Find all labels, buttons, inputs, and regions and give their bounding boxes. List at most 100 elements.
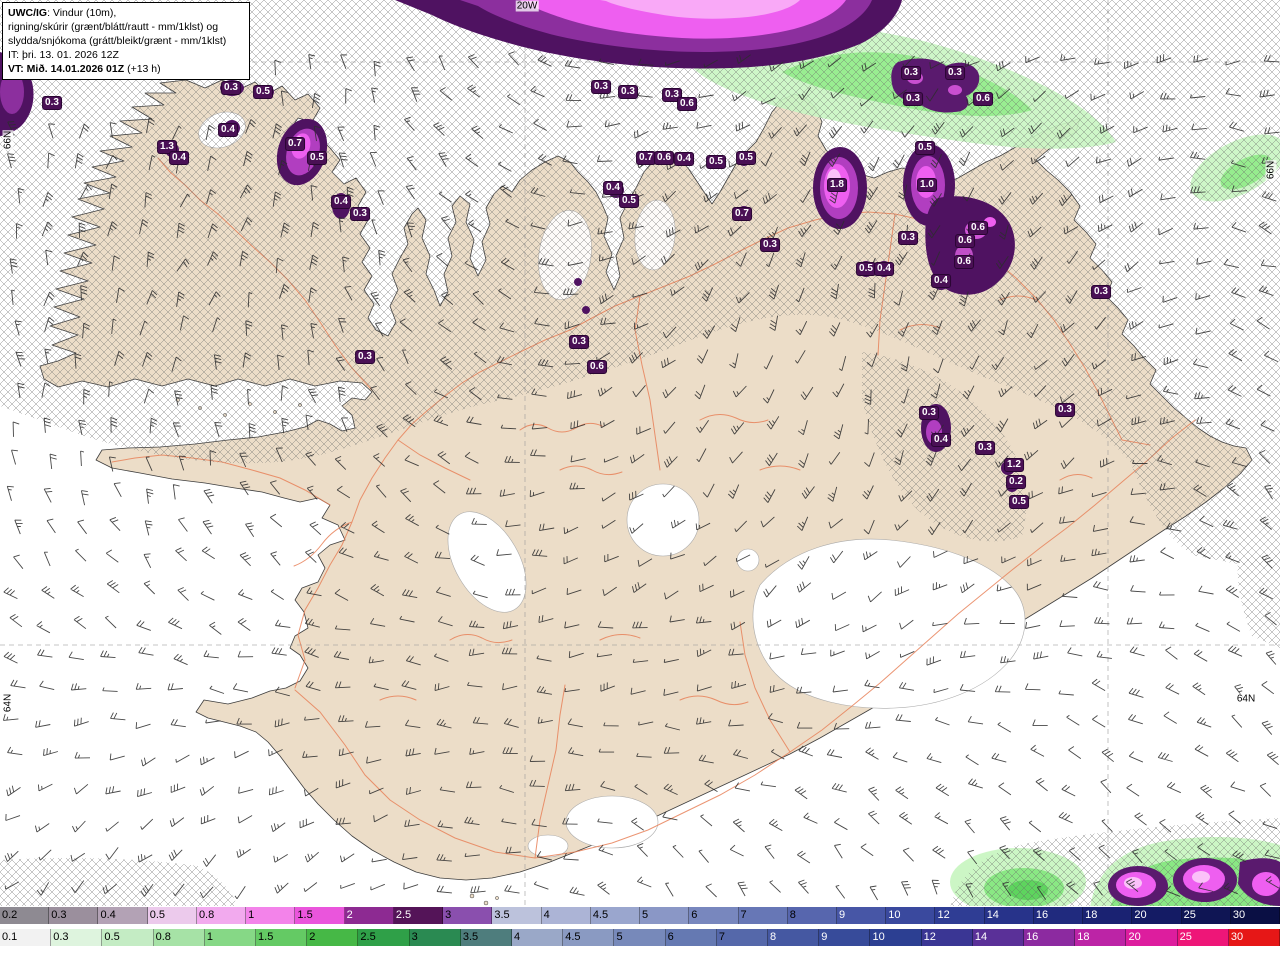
colorbar-segment: 25 bbox=[1177, 929, 1229, 946]
colorbar-tick-label: 16 bbox=[1035, 909, 1049, 921]
colorbar-tick-label: 5 bbox=[642, 909, 649, 921]
colorbar-segment: 3 bbox=[443, 907, 493, 924]
colorbar-tick-label: 2.5 bbox=[395, 909, 412, 921]
colorbar-segment: 9 bbox=[819, 929, 871, 946]
colorbar-segment: 1.5 bbox=[256, 929, 308, 946]
title-line-2: rigning/skúrir (grænt/blátt/rautt - mm/1… bbox=[8, 21, 219, 34]
colorbar-tick-label: 8 bbox=[770, 931, 777, 943]
title-line-3: slydda/snjókoma (grátt/bleikt/grænt - mm… bbox=[8, 35, 227, 48]
colorbar-tick-label: 0.3 bbox=[51, 909, 67, 921]
colorbar-segment: 4.5 bbox=[563, 929, 615, 946]
colorbar-segment: 1.5 bbox=[295, 907, 345, 924]
valid-time: VT: Mið. 14.01.2026 01Z (+13 h) bbox=[8, 63, 161, 76]
colorbar-tick-label: 0.8 bbox=[155, 931, 171, 943]
colorbar-segment: 20 bbox=[1126, 929, 1178, 946]
colorbar-segment: 0.8 bbox=[153, 929, 205, 946]
colorbar-tick-label: 2.5 bbox=[360, 931, 376, 943]
colorbar-tick-label: 14 bbox=[986, 909, 999, 921]
colorbar-tick-label: 9 bbox=[838, 909, 846, 921]
colorbar-tick-label: 25 bbox=[1179, 931, 1192, 943]
colorbar-segment: 14 bbox=[984, 907, 1034, 924]
colorbar-segment: 10 bbox=[886, 907, 936, 924]
colorbar-tick-label: 4 bbox=[543, 909, 550, 921]
colorbar-tick-label: 30 bbox=[1232, 909, 1246, 921]
colorbar-tick-label: 20 bbox=[1128, 931, 1141, 943]
colorbar-segment: 30 bbox=[1230, 907, 1280, 924]
colorbar-segment: 6 bbox=[689, 907, 739, 924]
colorbar-tick-label: 16 bbox=[1026, 931, 1039, 943]
colorbar-segment: 7 bbox=[716, 929, 769, 946]
colorbar-tick-label: 2 bbox=[346, 909, 353, 921]
colorbar-sleet-snow: 0.2 0.3 0.4 0.5 0.8 1 1.5 2 2.5 3 3.5 4 4.5 5 6 7 8 9 10 12… bbox=[0, 907, 1280, 924]
colorbar-segment: 1 bbox=[246, 907, 296, 924]
colorbar-segment: 0.2 bbox=[0, 907, 50, 924]
colorbar-tick-label: 3.5 bbox=[462, 931, 479, 943]
colorbar-segment: 18 bbox=[1083, 907, 1133, 924]
colorbar-segment: 2 bbox=[344, 907, 394, 924]
colorbar-tick-label: 0.4 bbox=[100, 909, 116, 921]
colorbar-tick-label: 1.5 bbox=[297, 909, 313, 921]
colorbar-tick-label: 3.5 bbox=[494, 909, 510, 921]
colorbar-segment: 4 bbox=[541, 907, 591, 924]
colorbar-tick-label: 20 bbox=[1134, 909, 1147, 921]
colorbar-segment: 12 bbox=[921, 929, 973, 946]
init-time: IT: þri. 13. 01. 2026 12Z bbox=[8, 49, 119, 62]
colorbar-tick-label: 10 bbox=[872, 931, 885, 943]
colorbar-tick-label: 7 bbox=[718, 931, 725, 943]
colorbar-tick-label: 0.2 bbox=[2, 909, 18, 921]
iceland-weather-map bbox=[0, 0, 1280, 906]
colorbar-segment: 3.5 bbox=[492, 907, 542, 924]
colorbar-tick-label: 12 bbox=[923, 931, 936, 943]
colorbar-tick-label: 1 bbox=[206, 931, 213, 943]
colorbar-tick-label: 0.5 bbox=[104, 931, 120, 943]
colorbar-segment: 6 bbox=[665, 929, 717, 946]
colorbar-tick-label: 12 bbox=[937, 909, 950, 921]
title-line-1: UWC/IG: Vindur (10m), bbox=[8, 7, 117, 19]
colorbar-segment: 18 bbox=[1075, 929, 1127, 946]
colorbar-tick-label: 25 bbox=[1183, 909, 1196, 921]
colorbar-tick-label: 4.5 bbox=[565, 931, 581, 943]
colorbar-segment: 16 bbox=[1024, 929, 1076, 946]
colorbar-segment: 2.5 bbox=[358, 929, 410, 946]
colorbar-segment: 4 bbox=[512, 929, 564, 946]
colorbar-segment: 16 bbox=[1033, 907, 1084, 924]
colorbar-segment: 3.5 bbox=[460, 929, 513, 946]
colorbar-segment: 8 bbox=[768, 929, 820, 946]
colorbar-tick-label: 9 bbox=[821, 931, 828, 943]
colorbar-segment: 14 bbox=[972, 929, 1025, 946]
app-name: UWC/IG bbox=[8, 7, 48, 19]
colorbar-tick-label: 0.3 bbox=[53, 931, 69, 943]
colorbar-tick-label: 3 bbox=[445, 909, 452, 921]
colorbar-tick-label: 4 bbox=[514, 931, 521, 943]
colorbar-segment: 0.5 bbox=[147, 907, 197, 924]
colorbar-segment: 2.5 bbox=[393, 907, 444, 924]
colorbar-tick-label: 6 bbox=[667, 931, 674, 943]
colorbar-tick-label: 0.8 bbox=[198, 909, 215, 921]
legend-title-box: UWC/IG: Vindur (10m), rigning/skúrir (gr… bbox=[2, 2, 250, 81]
colorbar-segment: 5 bbox=[640, 907, 690, 924]
colorbar-segment: 0.1 bbox=[0, 929, 52, 946]
colorbar-segment: 30 bbox=[1228, 929, 1280, 946]
colorbar-segment: 5 bbox=[614, 929, 666, 946]
glacier-myrdalsjokull bbox=[565, 795, 659, 849]
colorbar-segment: 3 bbox=[409, 929, 461, 946]
colorbar-segment: 4.5 bbox=[590, 907, 641, 924]
colorbar-segment: 8 bbox=[787, 907, 837, 924]
colorbar-segment: 0.3 bbox=[51, 929, 103, 946]
colorbar-tick-label: 5 bbox=[616, 931, 623, 943]
weather-map-page: 0.3 0.3 0.5 0.4 0.7 0.5 1.3 0.4 0.4 0.3 0.3 0.3 0.3 0… bbox=[0, 0, 1280, 960]
colorbar-tick-label: 18 bbox=[1085, 909, 1098, 921]
colorbar-segment: 25 bbox=[1181, 907, 1231, 924]
colorbar-tick-label: 3 bbox=[411, 931, 418, 943]
colorbar-tick-label: 14 bbox=[974, 931, 988, 943]
colorbar-segment: 20 bbox=[1132, 907, 1182, 924]
colorbar-tick-label: 0.5 bbox=[149, 909, 165, 921]
colorbar-tick-label: 6 bbox=[691, 909, 698, 921]
colorbar-segment: 10 bbox=[870, 929, 922, 946]
colorbar-segment: 0.4 bbox=[98, 907, 148, 924]
colorbar-tick-label: 10 bbox=[888, 909, 901, 921]
colorbar-tick-label: 2 bbox=[309, 931, 316, 943]
colorbar-segment: 7 bbox=[738, 907, 788, 924]
colorbar-tick-label: 0.1 bbox=[2, 931, 18, 943]
colorbar-rain: 0.1 0.3 0.5 0.8 1 1.5 2 2.5 3 3.5 4 4.5 5 6 7 8 9 10 12 14 1… bbox=[0, 929, 1280, 946]
